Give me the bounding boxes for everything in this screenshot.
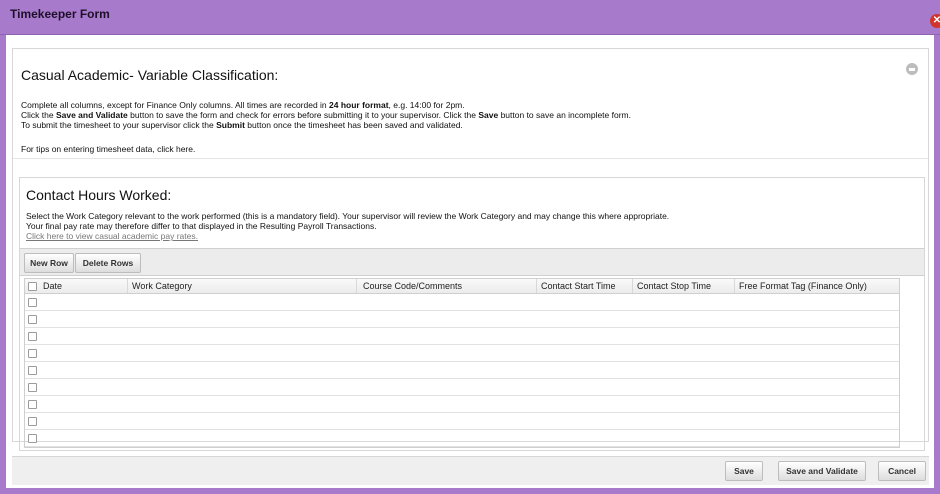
save-and-validate-button[interactable]: Save and Validate — [778, 461, 866, 481]
contact-hours-section: Contact Hours Worked: Select the Work Ca… — [19, 177, 925, 451]
tips-link[interactable]: For tips on entering timesheet data, cli… — [21, 144, 195, 154]
table-row[interactable] — [25, 362, 899, 379]
pay-rates-line: Click here to view casual academic pay r… — [26, 231, 198, 241]
row-checkbox[interactable] — [28, 400, 37, 409]
save-button[interactable]: Save — [725, 461, 763, 481]
page-title: Casual Academic- Variable Classification… — [21, 67, 279, 83]
section-description-2: Your final pay rate may therefore differ… — [26, 221, 377, 231]
row-checkbox[interactable] — [28, 434, 37, 443]
table-row[interactable] — [25, 345, 899, 362]
row-checkbox[interactable] — [28, 417, 37, 426]
row-checkbox[interactable] — [28, 332, 37, 341]
table-row[interactable] — [25, 430, 899, 447]
instruction-line-1: Complete all columns, except for Finance… — [21, 100, 465, 110]
window-title: Timekeeper Form — [10, 7, 110, 21]
new-row-button[interactable]: New Row — [24, 253, 74, 273]
section-title: Contact Hours Worked: — [26, 187, 172, 203]
instruction-line-2: Click the Save and Validate button to sa… — [21, 110, 631, 120]
cancel-button[interactable]: Cancel — [878, 461, 926, 481]
grid-toolbar: New Row Delete Rows — [20, 248, 924, 276]
row-checkbox[interactable] — [28, 298, 37, 307]
table-row[interactable] — [25, 294, 899, 311]
col-course-code[interactable]: Course Code/Comments — [356, 279, 536, 293]
footer-bar: Save Save and Validate Cancel — [12, 456, 929, 485]
section-description-1: Select the Work Category relevant to the… — [26, 211, 670, 221]
select-all-checkbox[interactable] — [28, 282, 37, 291]
print-icon[interactable] — [906, 63, 918, 75]
timekeeper-window: Timekeeper Form ✕ Casual Academic- Varia… — [0, 0, 940, 494]
form-content: Casual Academic- Variable Classification… — [12, 48, 929, 451]
col-work-category[interactable]: Work Category — [127, 279, 356, 293]
col-date[interactable]: Date — [39, 279, 127, 293]
table-row[interactable] — [25, 396, 899, 413]
table-row[interactable] — [25, 413, 899, 430]
instruction-line-3: To submit the timesheet to your supervis… — [21, 120, 463, 130]
close-icon[interactable]: ✕ — [930, 14, 940, 28]
pay-rates-link[interactable]: Click here to view casual academic pay r… — [26, 231, 196, 241]
col-free-format-tag[interactable]: Free Format Tag (Finance Only) — [734, 279, 899, 293]
col-start-time[interactable]: Contact Start Time — [536, 279, 632, 293]
table-row[interactable] — [25, 311, 899, 328]
table-row[interactable] — [25, 379, 899, 396]
divider — [13, 158, 928, 159]
row-checkbox[interactable] — [28, 315, 37, 324]
col-stop-time[interactable]: Contact Stop Time — [632, 279, 734, 293]
row-checkbox[interactable] — [28, 383, 37, 392]
row-divider — [25, 446, 899, 447]
grid-header: Date Work Category Course Code/Comments … — [25, 279, 899, 294]
row-checkbox[interactable] — [28, 349, 37, 358]
hours-grid: Date Work Category Course Code/Comments … — [24, 278, 900, 448]
row-checkbox[interactable] — [28, 366, 37, 375]
table-row[interactable] — [25, 328, 899, 345]
delete-rows-button[interactable]: Delete Rows — [75, 253, 141, 273]
title-bar: Timekeeper Form ✕ — [0, 0, 940, 35]
